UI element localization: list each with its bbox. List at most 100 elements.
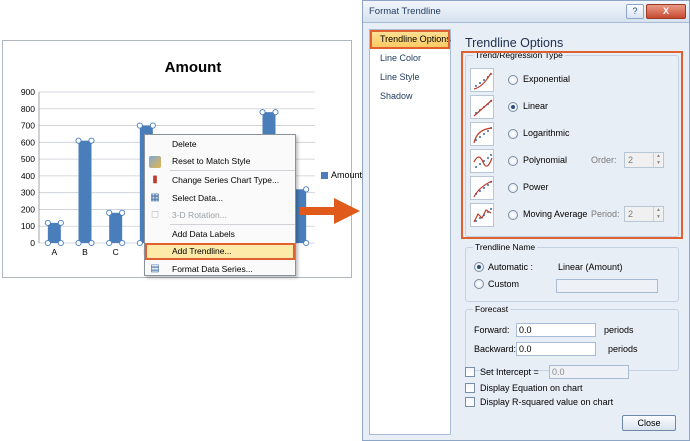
close-icon[interactable]: X	[646, 4, 686, 19]
selection-handle[interactable]	[119, 209, 126, 216]
selection-handle[interactable]	[75, 239, 82, 247]
menu-item-label: Delete	[172, 138, 197, 149]
trendline-name-group: Trendline Name Automatic : Linear (Amoun…	[465, 242, 679, 302]
menu-item-label: Add Data Labels	[172, 228, 235, 239]
selection-handle[interactable]	[259, 109, 266, 116]
logarithmic-label[interactable]: Logarithmic	[523, 128, 570, 138]
menu-item-add-trendline[interactable]: Add Trendline...	[145, 242, 295, 261]
menu-item-change-series-chart-type[interactable]: ▮ Change Series Chart Type...	[145, 171, 295, 189]
menu-item-add-data-labels[interactable]: Add Data Labels	[145, 225, 295, 243]
selection-handle[interactable]	[75, 137, 82, 144]
close-button[interactable]: Close	[622, 415, 676, 431]
custom-radio[interactable]	[474, 279, 484, 289]
automatic-radio[interactable]	[474, 262, 484, 272]
menu-item-format-data-series[interactable]: ▤ Format Data Series...	[145, 260, 295, 275]
select-data-icon: ▦	[150, 191, 160, 203]
y-tick-label: 700	[21, 121, 35, 131]
nav-item-shadow[interactable]: Shadow	[370, 87, 450, 106]
order-stepper[interactable]: 2 ▲ ▼	[624, 152, 664, 168]
linear-radio[interactable]	[508, 102, 518, 112]
y-tick-label: 200	[21, 204, 35, 214]
menu-item-select-data[interactable]: ▦ Select Data...	[145, 189, 295, 207]
selection-handle[interactable]	[88, 239, 95, 247]
display-equation-row[interactable]: Display Equation on chart	[465, 381, 679, 395]
y-tick-label: 900	[21, 87, 35, 97]
menu-item-delete[interactable]: Delete	[145, 135, 295, 153]
exponential-label[interactable]: Exponential	[523, 74, 570, 84]
trend-row-polynomial: Polynomial Order: 2 ▲ ▼	[470, 149, 676, 173]
display-rsquared-row[interactable]: Display R-squared value on chart	[465, 395, 679, 409]
selection-handle[interactable]	[303, 186, 310, 193]
dialog-titlebar[interactable]: Format Trendline ? X	[363, 1, 689, 23]
chart-title: Amount	[165, 59, 222, 76]
set-intercept-checkbox[interactable]	[465, 367, 475, 377]
selection-handle[interactable]	[272, 109, 279, 116]
trend-row-logarithmic: Logarithmic	[470, 122, 676, 146]
selection-handle[interactable]	[136, 239, 143, 247]
polynomial-icon	[470, 149, 494, 173]
format-trendline-dialog: Format Trendline ? X Trendline Options Li…	[362, 0, 690, 441]
selection-handle[interactable]	[57, 239, 64, 247]
forecast-group-label: Forecast	[473, 304, 511, 314]
power-label[interactable]: Power	[523, 182, 549, 192]
nav-item-line-style[interactable]: Line Style	[370, 68, 450, 87]
selection-handle[interactable]	[88, 137, 95, 144]
section-title: Trendline Options	[465, 36, 564, 50]
trend-row-power: Power	[470, 176, 676, 200]
menu-item-reset-to-match-style[interactable]: Reset to Match Style	[145, 153, 295, 171]
menu-item-label: Format Data Series...	[172, 263, 253, 274]
selection-handle[interactable]	[106, 209, 113, 216]
forecast-group: Forecast Forward: 0.0 periods Backward: …	[465, 304, 679, 371]
bar[interactable]	[47, 222, 61, 243]
moving-average-radio[interactable]	[508, 210, 518, 220]
logarithmic-radio[interactable]	[508, 129, 518, 139]
display-rsquared-checkbox[interactable]	[465, 397, 475, 407]
forward-unit: periods	[604, 325, 634, 335]
bar[interactable]	[109, 212, 123, 243]
linear-label[interactable]: Linear	[523, 101, 548, 111]
exponential-radio[interactable]	[508, 75, 518, 85]
period-stepper[interactable]: 2 ▲ ▼	[624, 206, 664, 222]
trend-row-moving-average: Moving Average Period: 2 ▲ ▼	[470, 203, 676, 227]
context-menu: Delete Reset to Match Style ▮ Change Series…	[144, 134, 296, 276]
menu-item-label: Change Series Chart Type...	[172, 174, 280, 185]
set-intercept-input[interactable]: 0.0	[549, 365, 629, 379]
legend-swatch	[321, 171, 328, 179]
moving-average-label[interactable]: Moving Average	[523, 209, 587, 219]
power-radio[interactable]	[508, 183, 518, 193]
display-equation-label: Display Equation on chart	[480, 383, 583, 393]
backward-input[interactable]: 0.0	[516, 342, 596, 356]
x-tick-label: C	[113, 247, 119, 257]
legend-label: Amount	[331, 170, 363, 180]
nav-item-trendline-options[interactable]: Trendline Options	[370, 30, 451, 49]
y-tick-label: 0	[30, 238, 35, 248]
backward-label: Backward:	[474, 344, 517, 354]
set-intercept-row[interactable]: Set Intercept = 0.0	[465, 365, 679, 379]
period-value: 2	[628, 209, 634, 219]
nav-item-line-color[interactable]: Line Color	[370, 49, 450, 68]
exponential-icon	[470, 68, 494, 92]
polynomial-label[interactable]: Polynomial	[523, 155, 567, 165]
selection-handle[interactable]	[44, 239, 51, 247]
menu-item-label: Select Data...	[172, 192, 224, 203]
selection-handle[interactable]	[136, 122, 143, 129]
help-icon[interactable]: ?	[626, 4, 644, 19]
forward-input[interactable]: 0.0	[516, 323, 596, 337]
selection-handle[interactable]	[44, 219, 51, 226]
menu-item-3-d-rotation: ◻ 3-D Rotation...	[145, 206, 295, 224]
logarithmic-icon	[470, 122, 494, 146]
selection-handle[interactable]	[119, 239, 126, 247]
selection-handle[interactable]	[57, 219, 64, 226]
display-equation-checkbox[interactable]	[465, 383, 475, 393]
polynomial-radio[interactable]	[508, 156, 518, 166]
stepper-arrows-icon: ▲ ▼	[653, 207, 663, 221]
chart-legend[interactable]: Amount	[321, 170, 362, 180]
automatic-label: Automatic :	[488, 262, 534, 272]
trend-row-exponential: Exponential	[470, 68, 676, 92]
bar[interactable]	[78, 140, 92, 243]
trend-row-linear: Linear	[470, 95, 676, 119]
selection-handle[interactable]	[149, 122, 156, 129]
selection-handle[interactable]	[106, 239, 113, 247]
selection-handle[interactable]	[303, 239, 310, 247]
custom-name-input[interactable]	[556, 279, 658, 293]
